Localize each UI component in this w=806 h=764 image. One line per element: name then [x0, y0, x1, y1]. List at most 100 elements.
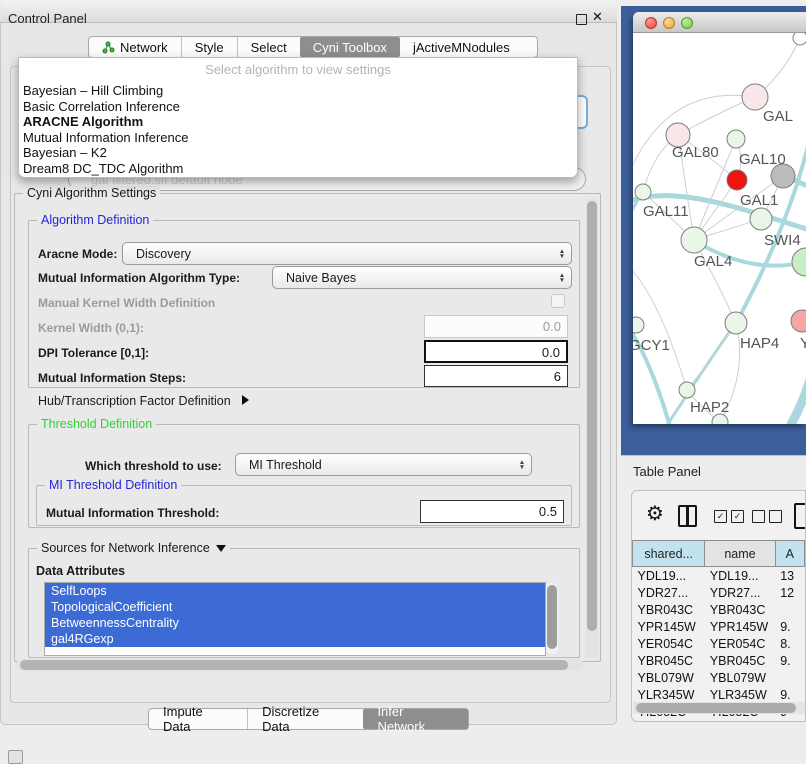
deselect-all-columns-icon[interactable] [752, 510, 782, 523]
network-node[interactable] [635, 184, 651, 200]
data-attributes-label: Data Attributes [36, 564, 125, 578]
data-attribute-item[interactable]: BetweennessCentrality [45, 615, 545, 631]
aracne-mode-label: Aracne Mode: [38, 247, 117, 261]
algorithm-dropdown-item[interactable]: ARACNE Algorithm [23, 114, 573, 130]
network-graph-canvas[interactable]: GALGAL80GAL10GAL1GAL11SWI4GAL4GCY1HAP4YH… [633, 33, 806, 424]
table-cell: 9. [775, 618, 804, 635]
dpi-tolerance-input[interactable]: 0.0 [424, 340, 568, 363]
tab-jactivemnodules[interactable]: jActiveMNodules [400, 37, 523, 57]
network-node[interactable] [727, 130, 745, 148]
manual-kernel-checkbox[interactable] [551, 294, 565, 308]
tab-style[interactable]: Style [181, 37, 237, 57]
network-node-label: GAL [763, 108, 793, 125]
table-row[interactable]: YBR043CYBR043C [633, 601, 805, 618]
settings-vertical-scrollbar[interactable] [586, 198, 598, 658]
node-attribute-table[interactable]: shared...nameAYDL19...YDL19...13YDR27...… [632, 540, 805, 720]
document-icon[interactable] [794, 503, 806, 529]
table-row[interactable]: YDR27...YDR27...12 [633, 584, 805, 601]
table-column-header[interactable]: A [775, 541, 804, 567]
table-cell: YLR345W [705, 686, 775, 703]
tab-network[interactable]: Network [89, 37, 181, 57]
which-threshold-combo[interactable]: MI Threshold ▲▼ [235, 453, 532, 476]
algorithm-dropdown-item[interactable]: Bayesian – K2 [23, 145, 573, 161]
table-cell: YBR043C [633, 601, 705, 618]
settings-horizontal-scrollbar[interactable] [16, 659, 584, 671]
table-row[interactable]: YER054CYER054C8. [633, 635, 805, 652]
zoom-traffic-light-icon[interactable] [681, 17, 693, 29]
network-node[interactable] [727, 170, 747, 190]
gear-icon[interactable]: ⚙ [646, 501, 664, 526]
table-row[interactable]: YBR045CYBR045C9. [633, 652, 805, 669]
algorithm-dropdown-item[interactable]: Dream8 DC_TDC Algorithm [23, 161, 573, 177]
network-window-titlebar[interactable] [633, 12, 806, 33]
table-cell: YDR27... [705, 584, 775, 601]
float-window-icon[interactable] [576, 14, 587, 25]
close-traffic-light-icon[interactable] [645, 17, 657, 29]
network-node[interactable] [681, 227, 707, 253]
table-cell: YDR27... [633, 584, 705, 601]
mi-steps-label: Mutual Information Steps: [38, 371, 186, 385]
table-horizontal-scrollbar[interactable] [633, 702, 806, 714]
network-node-label: GAL11 [643, 203, 689, 220]
sources-title: Sources for Network Inference [41, 541, 210, 555]
network-node[interactable] [792, 248, 806, 276]
table-column-header[interactable]: shared... [633, 541, 705, 567]
algorithm-dropdown: Select algorithm to view settings Bayesi… [18, 57, 578, 178]
tab-cyni-toolbox[interactable]: Cyni Toolbox [300, 37, 400, 57]
tab-select[interactable]: Select [237, 37, 300, 57]
table-cell: YDL19... [705, 567, 775, 585]
tab-cyni-toolbox-label: Cyni Toolbox [313, 40, 387, 55]
algorithm-dropdown-item[interactable]: Bayesian – Hill Climbing [23, 83, 573, 99]
attributes-list-scrollbar-thumb[interactable] [547, 585, 557, 649]
table-cell: YPR145W [705, 618, 775, 635]
mi-threshold-input[interactable]: 0.5 [420, 500, 564, 523]
tab-style-label: Style [195, 40, 224, 55]
settings-vertical-scrollbar-thumb[interactable] [587, 201, 597, 631]
tab-impute-data[interactable]: Impute Data [149, 709, 247, 729]
table-horizontal-scrollbar-thumb[interactable] [636, 703, 796, 713]
network-node[interactable] [750, 208, 772, 230]
mi-steps-input[interactable]: 6 [424, 365, 568, 387]
data-attributes-list[interactable]: SelfLoopsTopologicalCoefficientBetweenne… [44, 582, 546, 656]
network-node[interactable] [742, 84, 768, 110]
table-row[interactable]: YDL19...YDL19...13 [633, 567, 805, 585]
tab-discretize-data[interactable]: Discretize Data [247, 709, 363, 729]
network-node[interactable] [633, 317, 644, 333]
attributes-list-scrollbar[interactable] [546, 583, 558, 654]
network-node[interactable] [793, 33, 806, 45]
table-cell: YER054C [705, 635, 775, 652]
close-icon[interactable]: ✕ [592, 9, 603, 25]
table-row[interactable]: YPR145WYPR145W9. [633, 618, 805, 635]
hub-tf-definition-toggle[interactable]: Hub/Transcription Factor Definition [38, 394, 249, 408]
network-node[interactable] [771, 164, 795, 188]
data-attribute-item[interactable]: TopologicalCoefficient [45, 599, 545, 615]
table-cell: 8. [775, 635, 804, 652]
network-node[interactable] [725, 312, 747, 334]
data-attribute-item[interactable]: SelfLoops [45, 583, 545, 599]
algorithm-dropdown-item[interactable]: Mutual Information Inference [23, 130, 573, 146]
table-column-header[interactable]: name [705, 541, 775, 567]
network-node[interactable] [679, 382, 695, 398]
columns-icon[interactable] [678, 505, 697, 527]
which-threshold-label: Which threshold to use: [85, 459, 222, 473]
algorithm-dropdown-list: Bayesian – Hill ClimbingBasic Correlatio… [23, 83, 573, 177]
data-attribute-item[interactable]: gal4RGexp [45, 631, 545, 647]
table-row[interactable]: YLR345WYLR345W9. [633, 686, 805, 703]
table-row[interactable]: YBL079WYBL079W [633, 669, 805, 686]
settings-horizontal-scrollbar-thumb[interactable] [20, 660, 568, 670]
control-panel-titlebar[interactable] [0, 0, 617, 23]
algorithm-dropdown-item[interactable]: Basic Correlation Inference [23, 99, 573, 115]
spinner-arrows-icon: ▲▼ [513, 460, 531, 470]
minimize-traffic-light-icon[interactable] [663, 17, 675, 29]
sources-title-row[interactable]: Sources for Network Inference [37, 541, 230, 555]
spinner-arrows-icon: ▲▼ [553, 273, 571, 283]
select-all-columns-icon[interactable]: ✓ ✓ [714, 510, 744, 523]
tab-infer-network[interactable]: Infer Network [363, 709, 468, 729]
aracne-mode-combo[interactable]: Discovery ▲▼ [122, 242, 572, 265]
kernel-width-input[interactable]: 0.0 [424, 315, 568, 338]
network-node[interactable] [791, 310, 806, 332]
mi-threshold-label: Mutual Information Threshold: [46, 506, 219, 520]
mi-type-combo[interactable]: Naive Bayes ▲▼ [272, 266, 572, 289]
network-edge[interactable] [768, 358, 806, 424]
table-cell: YER054C [633, 635, 705, 652]
